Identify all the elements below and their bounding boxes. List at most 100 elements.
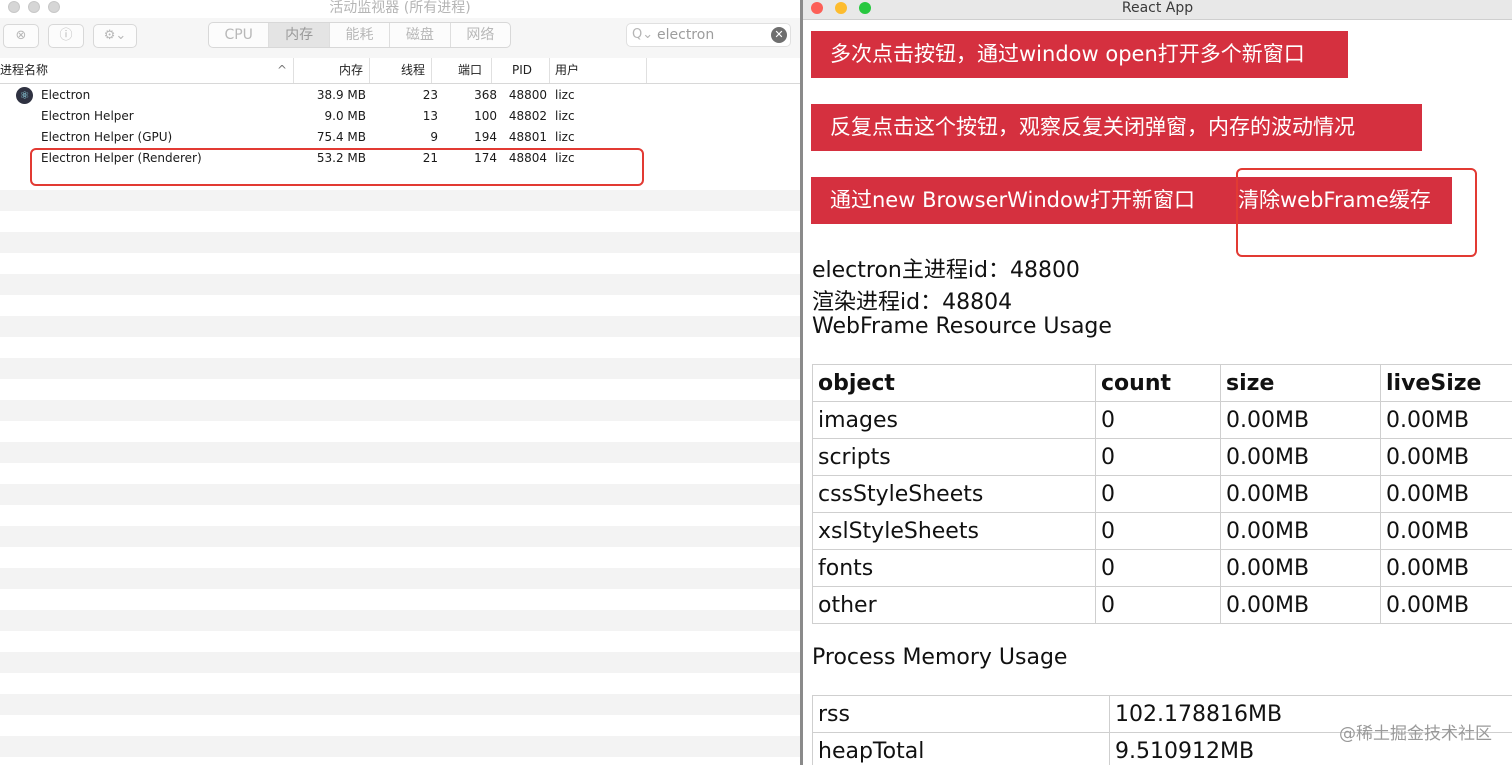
actions-menu-button[interactable]: ⚙︎⌄ xyxy=(93,24,137,48)
empty-row xyxy=(0,442,800,463)
cell-count: 0 xyxy=(1095,586,1221,624)
electron-icon: ⚛ xyxy=(16,87,33,104)
process-memory: 75.4 MB xyxy=(316,130,366,144)
empty-row xyxy=(0,316,800,337)
column-memory[interactable]: 内存 xyxy=(294,58,370,83)
empty-row xyxy=(0,274,800,295)
tab-cpu[interactable]: CPU xyxy=(209,23,270,47)
view-tabs: CPU 内存 能耗 磁盘 网络 xyxy=(208,22,511,48)
tab-memory[interactable]: 内存 xyxy=(269,23,330,47)
cell-livesize: 0.00MB xyxy=(1380,475,1512,513)
column-ports[interactable]: 端口 xyxy=(432,58,492,83)
cell-metric: rss xyxy=(812,695,1110,733)
process-pid: 48801 xyxy=(508,130,547,144)
gear-icon: ⚙︎⌄ xyxy=(103,28,127,43)
process-user: lizc xyxy=(555,88,575,102)
cell-object: xslStyleSheets xyxy=(812,512,1096,550)
empty-row xyxy=(0,694,800,715)
cell-object: cssStyleSheets xyxy=(812,475,1096,513)
watermark: @稀土掘金技术社区 xyxy=(1339,724,1492,744)
webframe-usage-table: object count size liveSize images 0 0.00… xyxy=(812,364,1512,624)
search-input[interactable]: electron xyxy=(657,26,714,44)
header-size: size xyxy=(1220,364,1381,402)
table-row[interactable]: Electron Helper 9.0 MB 13 100 48802 lizc xyxy=(0,106,800,127)
empty-row xyxy=(0,190,800,211)
cell-count: 0 xyxy=(1095,475,1221,513)
table-row: fonts 0 0.00MB 0.00MB xyxy=(812,549,1512,587)
empty-row xyxy=(0,484,800,505)
process-name: Electron Helper (GPU) xyxy=(41,130,173,144)
process-threads: 23 xyxy=(422,88,438,102)
table-row: images 0 0.00MB 0.00MB xyxy=(812,401,1512,439)
tab-network[interactable]: 网络 xyxy=(451,23,510,47)
new-browser-window-button[interactable]: 通过new BrowserWindow打开新窗口 xyxy=(811,177,1224,224)
empty-row xyxy=(0,526,800,547)
repeat-close-popup-button[interactable]: 反复点击这个按钮，观察反复关闭弹窗，内存的波动情况 xyxy=(811,104,1422,151)
cell-size: 0.00MB xyxy=(1220,401,1381,439)
empty-row xyxy=(0,358,800,379)
tab-disk[interactable]: 磁盘 xyxy=(390,23,451,47)
table-row[interactable]: Electron Helper (GPU) 75.4 MB 9 194 4880… xyxy=(0,127,800,148)
header-livesize: liveSize xyxy=(1380,364,1512,402)
cell-livesize: 0.00MB xyxy=(1380,438,1512,476)
process-memory-heading: Process Memory Usage xyxy=(812,645,1068,670)
search-field[interactable]: Q⌄ electron ✕ xyxy=(626,23,791,47)
process-pid: 48800 xyxy=(508,88,547,102)
process-ports: 368 xyxy=(474,88,497,102)
cell-livesize: 0.00MB xyxy=(1380,549,1512,587)
toolbar: ⊗ ⓘ ⚙︎⌄ CPU 内存 能耗 磁盘 网络 Q⌄ electron ✕ xyxy=(0,18,800,58)
process-user: lizc xyxy=(555,130,575,144)
cell-size: 0.00MB xyxy=(1220,512,1381,550)
cell-size: 0.00MB xyxy=(1220,475,1381,513)
header-object: object xyxy=(812,364,1096,402)
process-user: lizc xyxy=(555,109,575,123)
cell-count: 0 xyxy=(1095,401,1221,439)
cell-count: 0 xyxy=(1095,512,1221,550)
cell-count: 0 xyxy=(1095,438,1221,476)
stop-process-button[interactable]: ⊗ xyxy=(3,24,39,48)
process-list: ⚛ Electron 38.9 MB 23 368 48800 lizc Ele… xyxy=(0,85,800,765)
webframe-heading: WebFrame Resource Usage xyxy=(812,314,1112,339)
process-table-header: 进程名称 ^ 内存 线程 端口 PID 用户 xyxy=(0,58,800,84)
process-name: Electron Helper xyxy=(41,109,134,123)
process-memory: 9.0 MB xyxy=(324,109,366,123)
renderer-row-highlight xyxy=(30,148,644,186)
cell-livesize: 0.00MB xyxy=(1380,586,1512,624)
process-pid: 48802 xyxy=(508,109,547,123)
cell-count: 0 xyxy=(1095,549,1221,587)
clear-search-icon[interactable]: ✕ xyxy=(771,27,787,43)
search-icon: Q⌄ xyxy=(632,27,654,42)
cell-object: other xyxy=(812,586,1096,624)
cell-size: 0.00MB xyxy=(1220,586,1381,624)
process-threads: 13 xyxy=(422,109,438,123)
cell-object: scripts xyxy=(812,438,1096,476)
column-user[interactable]: 用户 xyxy=(550,58,647,83)
column-pid[interactable]: PID xyxy=(492,58,550,83)
tab-energy[interactable]: 能耗 xyxy=(330,23,391,47)
clear-cache-highlight xyxy=(1236,168,1477,257)
empty-row xyxy=(0,568,800,589)
empty-row xyxy=(0,400,800,421)
renderer-process-id: 渲染进程id：48804 xyxy=(812,290,1013,315)
info-icon: ⓘ xyxy=(59,28,73,43)
open-multiple-windows-button[interactable]: 多次点击按钮，通过window open打开多个新窗口 xyxy=(811,31,1348,78)
column-threads[interactable]: 线程 xyxy=(370,58,432,83)
table-row: cssStyleSheets 0 0.00MB 0.00MB xyxy=(812,475,1512,513)
table-row[interactable]: ⚛ Electron 38.9 MB 23 368 48800 lizc xyxy=(0,85,800,106)
empty-row xyxy=(0,610,800,631)
process-ports: 100 xyxy=(474,109,497,123)
header-count: count xyxy=(1095,364,1221,402)
activity-monitor-window: 活动监视器 (所有进程) ⊗ ⓘ ⚙︎⌄ CPU 内存 能耗 磁盘 网络 Q⌄ … xyxy=(0,0,800,765)
stop-icon: ⊗ xyxy=(15,28,27,43)
table-row: scripts 0 0.00MB 0.00MB xyxy=(812,438,1512,476)
window-title: React App xyxy=(1121,0,1194,16)
column-process-name[interactable]: 进程名称 ^ xyxy=(0,58,294,83)
empty-row xyxy=(0,652,800,673)
cell-object: fonts xyxy=(812,549,1096,587)
sort-ascending-icon: ^ xyxy=(276,63,287,77)
cell-size: 0.00MB xyxy=(1220,438,1381,476)
cell-livesize: 0.00MB xyxy=(1380,401,1512,439)
cell-object: images xyxy=(812,401,1096,439)
inspect-process-button[interactable]: ⓘ xyxy=(48,24,84,48)
empty-row xyxy=(0,232,800,253)
